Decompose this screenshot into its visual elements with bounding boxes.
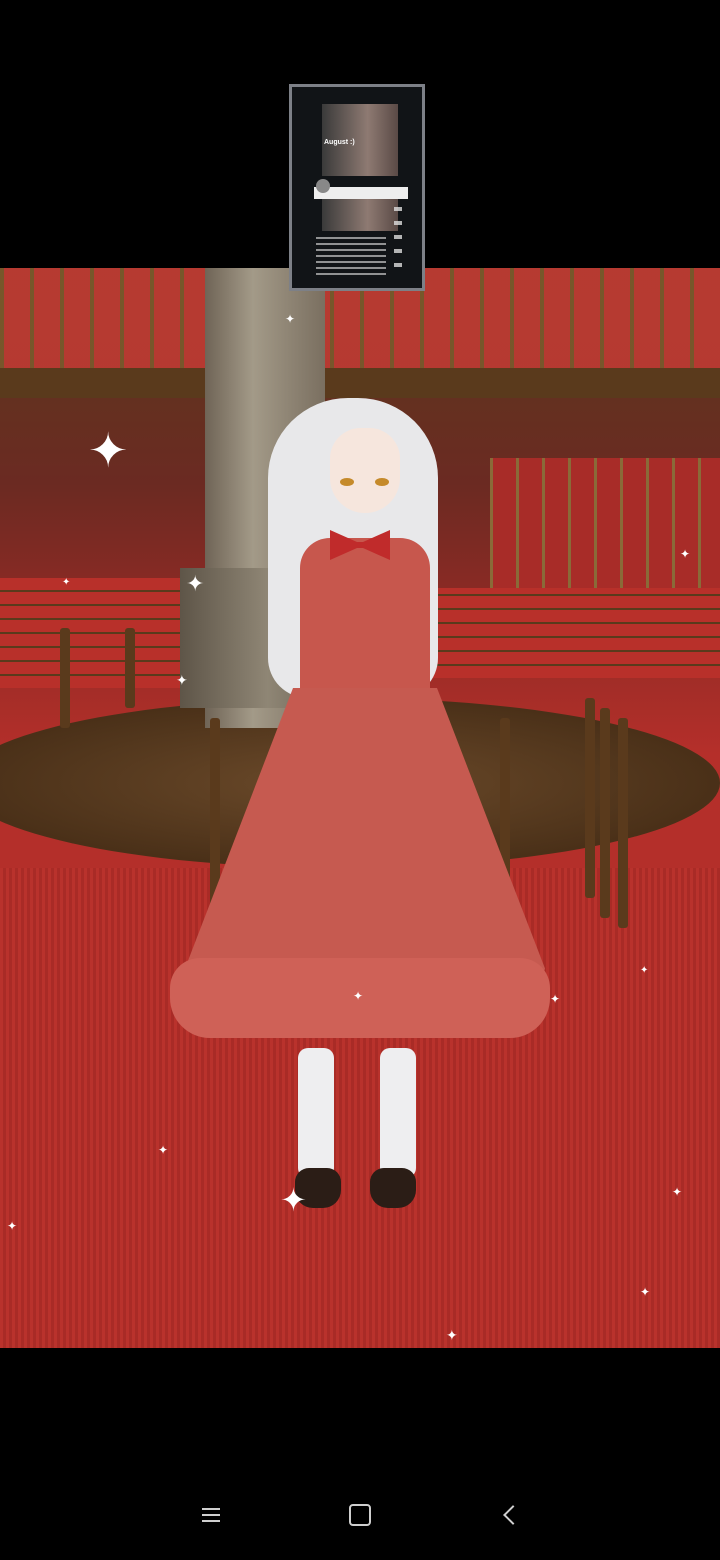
sparkle-icon: ✦ bbox=[88, 425, 129, 478]
chevron-left-icon bbox=[503, 1505, 523, 1525]
rope-post bbox=[618, 718, 628, 928]
sparkle-icon: ✦ bbox=[176, 672, 188, 688]
thumbnail-caption: August :) bbox=[324, 139, 355, 146]
rope-post bbox=[125, 628, 135, 708]
sparkle-icon: ✦ bbox=[446, 1327, 458, 1343]
sparkle-icon: ✦ bbox=[640, 1285, 651, 1299]
sparkle-icon: ✦ bbox=[280, 1182, 307, 1218]
avatar-scene[interactable]: ✦ ✦ ✦ ✦ ✦ ✦ ✦ ✦ ✦ ✦ ✦ ✦ ✦ ✦ ✦ bbox=[0, 268, 720, 1348]
menu-icon bbox=[202, 1508, 220, 1522]
sparkle-icon: ✦ bbox=[680, 547, 691, 561]
sparkle-icon: ✦ bbox=[672, 1185, 683, 1199]
sparkle-icon: ✦ bbox=[353, 989, 364, 1003]
recents-button[interactable] bbox=[181, 1490, 241, 1540]
stairs-right bbox=[430, 588, 720, 678]
avatar bbox=[316, 179, 330, 193]
thumbnail-side-icons bbox=[394, 207, 402, 277]
rope-post bbox=[585, 698, 595, 898]
sparkle-icon: ✦ bbox=[62, 577, 71, 588]
character-leg bbox=[298, 1048, 334, 1178]
sparkle-icon: ✦ bbox=[285, 312, 296, 326]
sparkle-icon: ✦ bbox=[186, 571, 205, 596]
balcony-beam bbox=[0, 368, 720, 398]
ornate-railing bbox=[490, 458, 720, 608]
navigation-bar bbox=[0, 1470, 720, 1560]
character-eye bbox=[375, 478, 389, 486]
square-icon bbox=[349, 1504, 371, 1526]
character-eye bbox=[340, 478, 354, 486]
thumbnail-photo-2 bbox=[322, 199, 398, 231]
character-dress-top bbox=[300, 538, 430, 708]
character-face bbox=[330, 428, 400, 513]
stairs-left bbox=[0, 578, 200, 688]
rope-post bbox=[600, 708, 610, 918]
sparkle-icon: ✦ bbox=[550, 992, 561, 1006]
sparkle-icon: ✦ bbox=[640, 965, 649, 976]
home-button[interactable] bbox=[330, 1490, 390, 1540]
sparkle-icon: ✦ bbox=[7, 1219, 18, 1233]
back-button[interactable] bbox=[480, 1490, 540, 1540]
thumbnail-text-lines bbox=[316, 237, 386, 277]
video-thumbnail[interactable]: August :) bbox=[289, 84, 425, 291]
rope-post bbox=[60, 628, 70, 728]
character-shoe bbox=[370, 1168, 416, 1208]
sparkle-icon: ✦ bbox=[158, 1143, 169, 1157]
character-leg bbox=[380, 1048, 416, 1178]
